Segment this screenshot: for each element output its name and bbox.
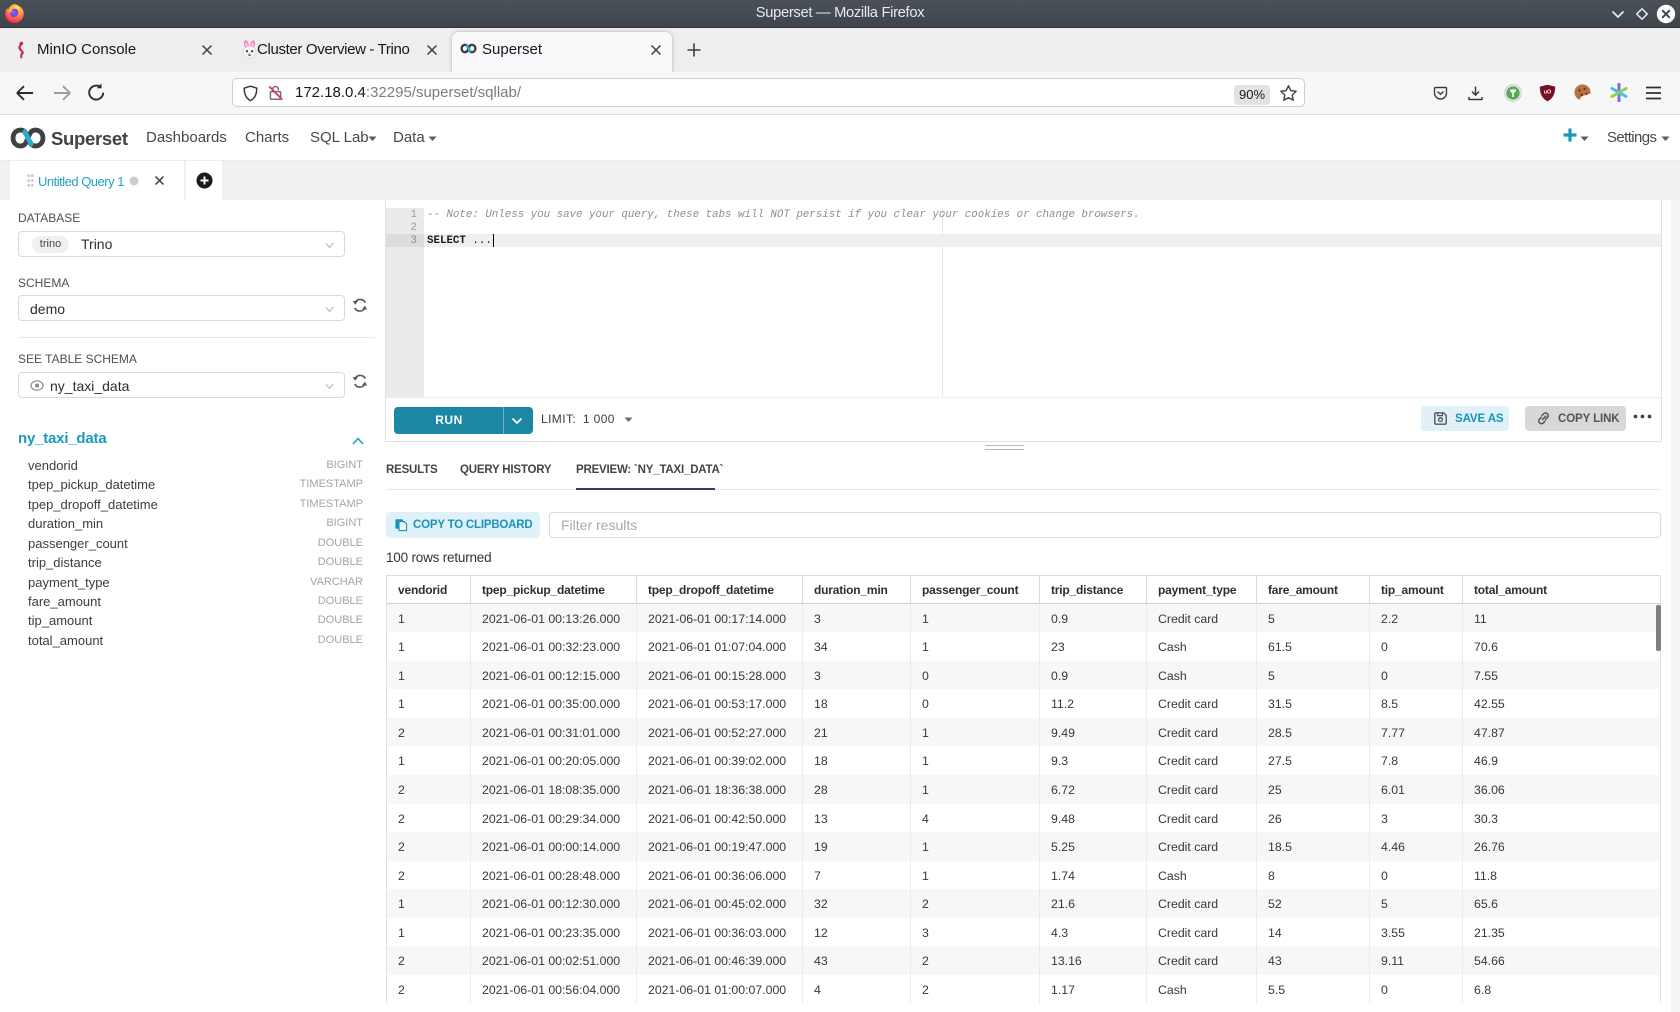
svg-text:uO: uO	[1544, 90, 1552, 96]
